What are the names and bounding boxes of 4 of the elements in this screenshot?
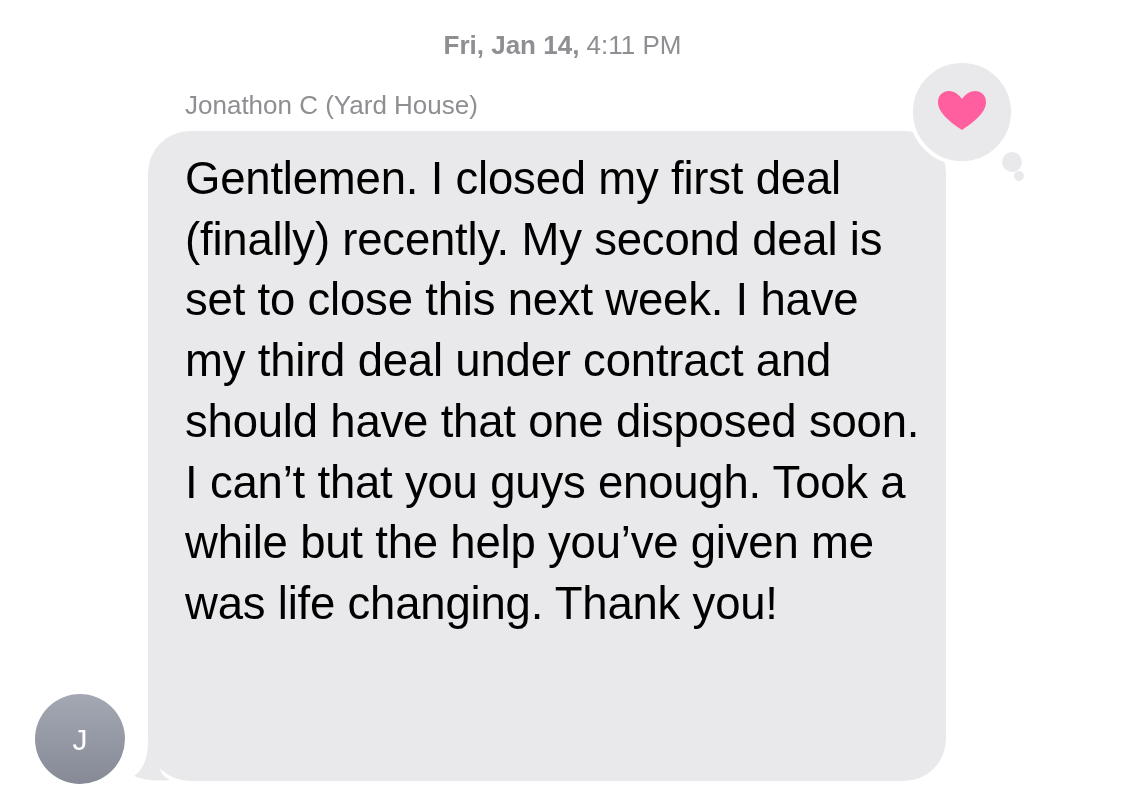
message-text: Gentlemen. I closed my first deal (finally) recently. My second deal is set to close this next week. I have my third deal under contract and should have that one disposed soon. I can’t that you guys enough. Took a while but the help you’ve given me was life changing. Thank you! <box>185 152 921 631</box>
avatar: J <box>35 694 125 784</box>
sender-name: Jonathon C (Yard House) <box>185 89 478 122</box>
timestamp: Fri, Jan 14, 4:11 PM <box>443 29 682 62</box>
